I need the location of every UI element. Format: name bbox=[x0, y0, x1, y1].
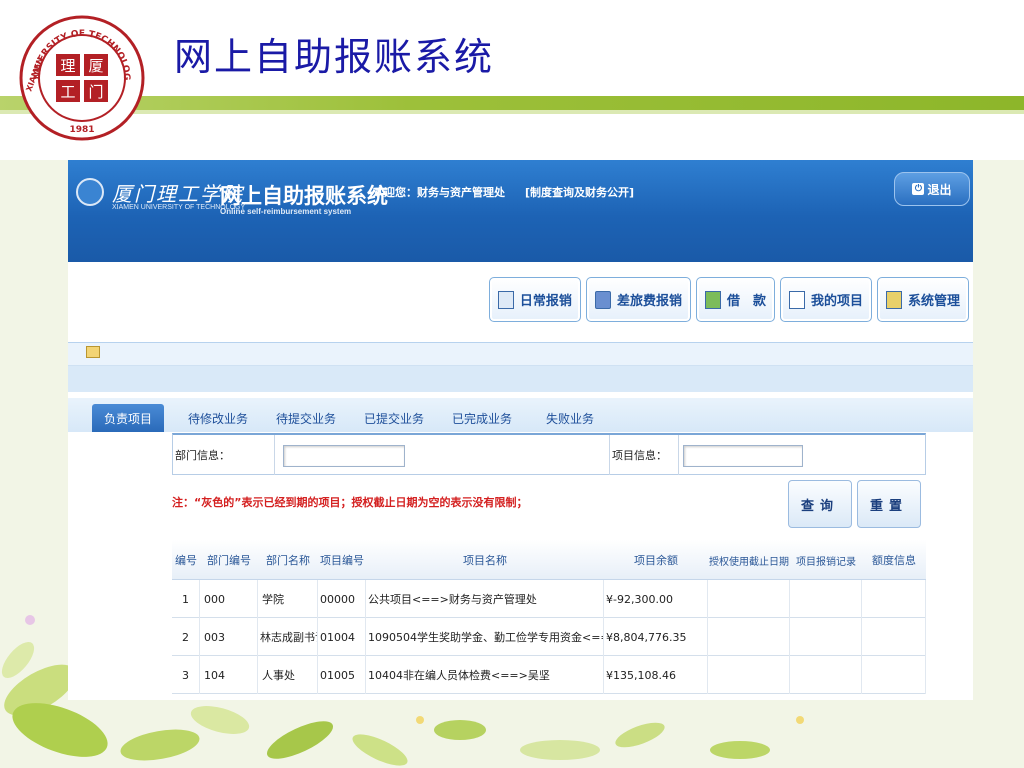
app-header: 厦门理工学院 XIAMEN UNIVERSITY OF TECHNOLOGY 网… bbox=[68, 160, 973, 262]
nav-daily-reimbursement[interactable]: 日常报销 bbox=[488, 277, 581, 322]
welcome-text: 欢迎您：财务与资产管理处 bbox=[373, 186, 505, 199]
settings-icon bbox=[885, 290, 902, 309]
col-deadline: 授权使用截止日期 bbox=[709, 556, 789, 568]
green-divider-band-light bbox=[0, 110, 1024, 114]
project-input[interactable] bbox=[683, 445, 803, 467]
system-title: 网上自助报账系统 bbox=[220, 184, 388, 208]
cash-icon bbox=[704, 290, 721, 309]
ledger-icon bbox=[497, 290, 514, 309]
power-icon: ⏻ bbox=[912, 183, 925, 195]
project-table: 编号 部门编号 部门名称 项目编号 项目名称 项目余额 授权使用截止日期 项目报… bbox=[172, 540, 926, 694]
col-dept-name: 部门名称 bbox=[266, 554, 310, 567]
nav-loan[interactable]: 借 款 bbox=[695, 277, 775, 322]
cell-dept-name: 林志成副书记 bbox=[258, 618, 318, 656]
nav-label: 系统管理 bbox=[907, 294, 960, 309]
slide-title: 网上自助报账系统 bbox=[174, 35, 495, 79]
policy-link[interactable]: [制度查询及财务公开] bbox=[525, 184, 634, 200]
seal-year: 1981 bbox=[69, 125, 94, 135]
cell-balance: ¥8,804,776.35 bbox=[604, 618, 708, 656]
seal-char-4: 门 bbox=[88, 83, 103, 101]
nav-label: 差旅费报销 bbox=[616, 294, 682, 309]
cell-records[interactable] bbox=[790, 656, 862, 694]
cell-quota[interactable] bbox=[862, 618, 926, 656]
tab-submitted[interactable]: 已提交业务 bbox=[354, 404, 434, 432]
cell-no: 3 bbox=[172, 656, 200, 694]
query-button[interactable]: 查询 bbox=[788, 480, 852, 528]
cell-proj-name: 1090504学生奖助学金、勤工俭学专用资金<==>林志成 bbox=[366, 618, 604, 656]
dept-input[interactable] bbox=[283, 445, 405, 467]
table-header: 编号 部门编号 部门名称 项目编号 项目名称 项目余额 授权使用截止日期 项目报… bbox=[172, 540, 926, 580]
document-icon bbox=[788, 290, 805, 309]
col-proj-no: 项目编号 bbox=[320, 554, 364, 567]
logout-label: 退出 bbox=[927, 182, 952, 197]
col-dept-no: 部门编号 bbox=[207, 554, 251, 567]
nav-label: 借 款 bbox=[726, 294, 766, 309]
green-divider-band bbox=[0, 96, 1024, 110]
cell-dept-no: 003 bbox=[200, 618, 258, 656]
filter-form: 部门信息： 项目信息： bbox=[172, 433, 926, 475]
toolbar-strip bbox=[68, 342, 973, 366]
app-window: 厦门理工学院 XIAMEN UNIVERSITY OF TECHNOLOGY 网… bbox=[68, 160, 973, 700]
university-seal-logo: UNIVERSITY OF TECHNOLOGY XIAMEN 1981 理 厦… bbox=[18, 14, 145, 141]
cell-proj-name: 10404非在编人员体检费<==>吴坚 bbox=[366, 656, 604, 694]
main-nav: 日常报销 差旅费报销 借 款 我的项目 系统管理 bbox=[488, 277, 969, 322]
school-emblem-icon bbox=[76, 178, 104, 206]
table-row[interactable]: 1 000 学院 00000 公共项目<==>财务与资产管理处 ¥-92,300… bbox=[172, 580, 926, 618]
cell-proj-no: 01005 bbox=[318, 656, 366, 694]
cell-deadline bbox=[708, 618, 790, 656]
bus-icon bbox=[594, 290, 611, 309]
cell-no: 2 bbox=[172, 618, 200, 656]
reset-button[interactable]: 重置 bbox=[857, 480, 921, 528]
tab-failed[interactable]: 失败业务 bbox=[530, 404, 610, 432]
note-text: 注：“灰色的”表示已经到期的项目；授权截止日期为空的表示没有限制； bbox=[172, 496, 528, 509]
cell-balance: ¥135,108.46 bbox=[604, 656, 708, 694]
folder-icon[interactable] bbox=[86, 346, 100, 358]
cell-dept-no: 104 bbox=[200, 656, 258, 694]
tab-pending-modification[interactable]: 待修改业务 bbox=[178, 404, 258, 432]
col-balance: 项目余额 bbox=[634, 554, 678, 567]
cell-quota[interactable] bbox=[862, 580, 926, 618]
cell-records[interactable] bbox=[790, 618, 862, 656]
cell-quota[interactable] bbox=[862, 656, 926, 694]
cell-dept-no: 000 bbox=[200, 580, 258, 618]
dept-label: 部门信息： bbox=[175, 435, 275, 475]
col-records: 项目报销记录 bbox=[796, 556, 856, 568]
cell-deadline bbox=[708, 656, 790, 694]
slide-header-area bbox=[0, 0, 1024, 160]
toolbar-strip-lower bbox=[68, 366, 973, 392]
seal-char-3: 工 bbox=[60, 83, 75, 101]
table-row[interactable]: 3 104 人事处 01005 10404非在编人员体检费<==>吴坚 ¥135… bbox=[172, 656, 926, 694]
nav-label: 我的项目 bbox=[810, 294, 863, 309]
nav-my-projects[interactable]: 我的项目 bbox=[779, 277, 872, 322]
cell-balance: ¥-92,300.00 bbox=[604, 580, 708, 618]
system-title-en: Online self-reimbursement system bbox=[220, 207, 352, 216]
table-row[interactable]: 2 003 林志成副书记 01004 1090504学生奖助学金、勤工俭学专用资… bbox=[172, 618, 926, 656]
seal-char-1: 理 bbox=[60, 57, 75, 75]
cell-proj-no: 01004 bbox=[318, 618, 366, 656]
cell-deadline bbox=[708, 580, 790, 618]
project-label: 项目信息： bbox=[609, 435, 679, 475]
nav-travel-reimbursement[interactable]: 差旅费报销 bbox=[585, 277, 691, 322]
tab-responsible-projects[interactable]: 负责项目 bbox=[92, 404, 164, 432]
nav-label: 日常报销 bbox=[519, 294, 572, 309]
nav-system-management[interactable]: 系统管理 bbox=[876, 277, 969, 322]
tab-completed[interactable]: 已完成业务 bbox=[442, 404, 522, 432]
seal-char-2: 厦 bbox=[88, 57, 103, 75]
cell-records[interactable] bbox=[790, 580, 862, 618]
col-no: 编号 bbox=[175, 554, 197, 567]
cell-proj-name: 公共项目<==>财务与资产管理处 bbox=[366, 580, 604, 618]
cell-dept-name: 学院 bbox=[258, 580, 318, 618]
cell-dept-name: 人事处 bbox=[258, 656, 318, 694]
col-proj-name: 项目名称 bbox=[463, 554, 507, 567]
col-quota: 额度信息 bbox=[872, 554, 916, 567]
cell-no: 1 bbox=[172, 580, 200, 618]
tab-pending-submission[interactable]: 待提交业务 bbox=[266, 404, 346, 432]
logout-button[interactable]: ⏻ 退出 bbox=[894, 172, 970, 206]
cell-proj-no: 00000 bbox=[318, 580, 366, 618]
